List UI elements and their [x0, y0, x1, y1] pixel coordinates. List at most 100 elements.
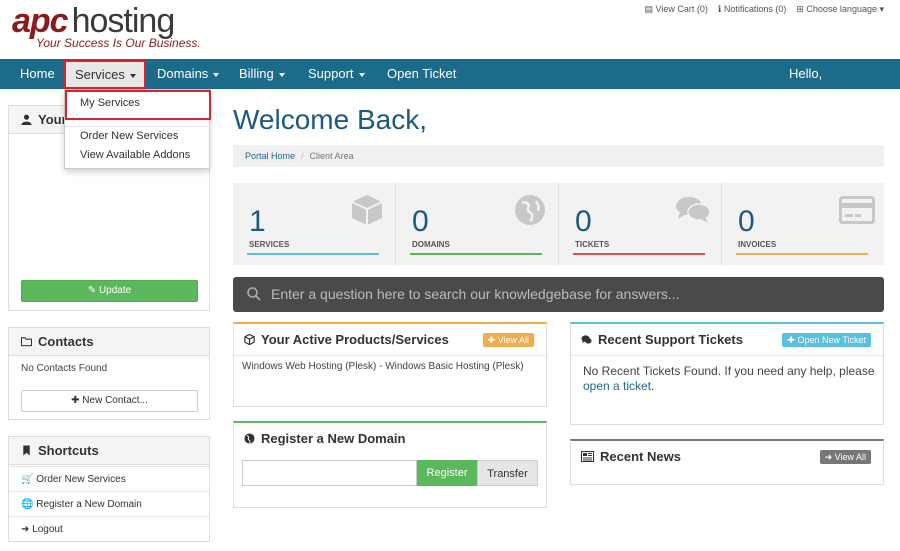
your-info-title: Your — [38, 112, 67, 127]
nav-billing[interactable]: Billing — [239, 59, 285, 89]
recent-tickets-card: Recent Support Tickets ✚ Open New Ticket… — [570, 322, 884, 425]
update-label: Update — [98, 285, 132, 296]
nav-open-ticket[interactable]: Open Ticket — [387, 59, 456, 89]
credit-card-icon — [839, 196, 875, 224]
no-tickets-period: . — [651, 379, 655, 393]
search-icon — [247, 287, 261, 301]
tickets-bar — [573, 253, 705, 255]
notifications-link[interactable]: ℹ Notifications (0) — [718, 4, 786, 15]
active-products-card: Your Active Products/Services ✚ View All… — [233, 322, 547, 407]
contacts-header: Contacts — [9, 328, 209, 356]
tile-services[interactable]: 1 SERVICES — [233, 183, 396, 265]
tile-domains[interactable]: 0 DOMAINS — [396, 183, 559, 265]
contacts-title: Contacts — [38, 334, 94, 349]
recent-news-title: Recent News — [600, 449, 681, 464]
menu-divider — [65, 126, 211, 127]
comments-icon — [581, 335, 592, 344]
domains-label: DOMAINS — [412, 240, 450, 249]
contacts-panel: Contacts No Contacts Found ✚ New Contact… — [8, 327, 210, 420]
caret-down-icon — [358, 72, 365, 77]
shortcut-label: Order New Services — [36, 474, 126, 485]
domain-search-input[interactable] — [242, 460, 417, 486]
recent-news-card: Recent News ➜ View All — [570, 439, 884, 485]
view-all-news-label: View All — [834, 452, 866, 462]
globe-icon — [515, 195, 545, 225]
transfer-button[interactable]: Transfer — [477, 460, 538, 486]
open-new-ticket-button[interactable]: ✚ Open New Ticket — [782, 333, 871, 347]
nav-domains[interactable]: Domains — [157, 59, 220, 89]
shortcuts-title: Shortcuts — [38, 443, 99, 458]
arrow-right-icon: ➜ — [824, 452, 835, 462]
cube-icon — [351, 195, 383, 225]
globe-icon — [244, 433, 255, 444]
new-contact-label: New Contact... — [82, 395, 148, 406]
active-products-title: Your Active Products/Services — [261, 332, 449, 347]
view-cart-link[interactable]: ▤ View Cart (0) — [645, 4, 708, 15]
view-all-products-button[interactable]: ✚ View All — [482, 333, 534, 347]
tile-tickets[interactable]: 0 TICKETS — [559, 183, 722, 265]
recent-tickets-title: Recent Support Tickets — [598, 332, 743, 347]
notifications-label: Notifications (0) — [723, 4, 787, 14]
domains-count: 0 — [412, 205, 429, 238]
update-button[interactable]: ✎ Update — [21, 280, 198, 302]
nav-services[interactable]: Services — [64, 60, 146, 89]
open-new-ticket-label: Open New Ticket — [797, 335, 866, 345]
breadcrumb-separator: / — [301, 151, 304, 161]
nav-home[interactable]: Home — [20, 59, 55, 89]
menu-my-services[interactable]: My Services — [80, 97, 140, 109]
active-product-item[interactable]: Windows Web Hosting (Plesk) - Windows Ba… — [242, 361, 524, 372]
no-tickets-message: No Recent Tickets Found. If you need any… — [583, 364, 875, 378]
invoices-bar — [736, 253, 868, 255]
shortcut-order-new-services[interactable]: 🛒 Order New Services — [9, 466, 209, 491]
breadcrumb: Portal Home / Client Area — [233, 145, 884, 167]
menu-view-addons[interactable]: View Available Addons — [80, 149, 190, 161]
register-domain-card: Register a New Domain Register Transfer — [233, 421, 547, 508]
shortcut-logout[interactable]: ➜ Logout — [9, 516, 209, 541]
register-button[interactable]: Register — [417, 460, 477, 486]
breadcrumb-current: Client Area — [309, 151, 354, 161]
view-all-news-button[interactable]: ➜ View All — [819, 450, 871, 464]
tile-invoices[interactable]: 0 INVOICES — [722, 183, 885, 265]
folder-icon — [21, 337, 32, 347]
nav-billing-label: Billing — [239, 66, 274, 81]
services-label: SERVICES — [249, 240, 290, 249]
language-selector[interactable]: ⊞ Choose language ▾ — [796, 4, 884, 15]
caret-down-icon — [213, 72, 220, 77]
view-cart-label: View Cart (0) — [655, 4, 708, 14]
bookmark-icon — [23, 445, 30, 456]
stats-tiles: 1 SERVICES 0 DOMAINS 0 TICKETS 0 INVOICE… — [233, 183, 884, 265]
shortcut-register-domain[interactable]: 🌐 Register a New Domain — [9, 491, 209, 516]
site-logo[interactable]: apc hosting Your Success Is Our Business. — [12, 2, 222, 52]
pencil-icon: ✎ — [87, 285, 99, 296]
new-contact-button[interactable]: ✚ New Contact... — [21, 390, 198, 412]
nav-support[interactable]: Support — [308, 59, 365, 89]
register-domain-header: Register a New Domain — [234, 423, 546, 455]
shortcuts-panel: Shortcuts 🛒 Order New Services 🌐 Registe… — [8, 436, 210, 542]
breadcrumb-home[interactable]: Portal Home — [245, 151, 295, 161]
search-placeholder: Enter a question here to search our know… — [271, 286, 680, 302]
user-icon — [21, 114, 32, 125]
plus-icon: ✚ — [71, 395, 83, 406]
caret-down-icon — [129, 73, 136, 78]
shortcuts-header: Shortcuts — [9, 437, 209, 465]
menu-order-new-services[interactable]: Order New Services — [80, 130, 178, 142]
no-tickets-text: No Recent Tickets Found. If you need any… — [583, 364, 875, 394]
plus-icon: ✚ — [787, 335, 798, 345]
nav-greeting[interactable]: Hello, — [789, 59, 822, 89]
tickets-label: TICKETS — [575, 240, 610, 249]
logo-brand-b: hosting — [71, 2, 176, 40]
invoices-count: 0 — [738, 205, 755, 238]
plus-icon: ✚ — [487, 335, 498, 345]
cart-icon: 🛒 — [21, 474, 37, 485]
caret-down-icon — [278, 72, 285, 77]
view-all-label: View All — [497, 335, 529, 345]
language-label: Choose language — [806, 4, 877, 14]
knowledgebase-search-input[interactable]: Enter a question here to search our know… — [233, 277, 884, 312]
register-domain-title: Register a New Domain — [261, 431, 406, 446]
open-ticket-link[interactable]: open a ticket — [583, 379, 651, 393]
nav-services-label: Services — [75, 67, 125, 82]
globe-icon: 🌐 — [21, 499, 37, 510]
main-navbar: Home Services Domains Billing Support Op… — [0, 59, 900, 89]
services-dropdown: My Services Order New Services View Avai… — [64, 89, 211, 169]
invoices-label: INVOICES — [738, 240, 777, 249]
